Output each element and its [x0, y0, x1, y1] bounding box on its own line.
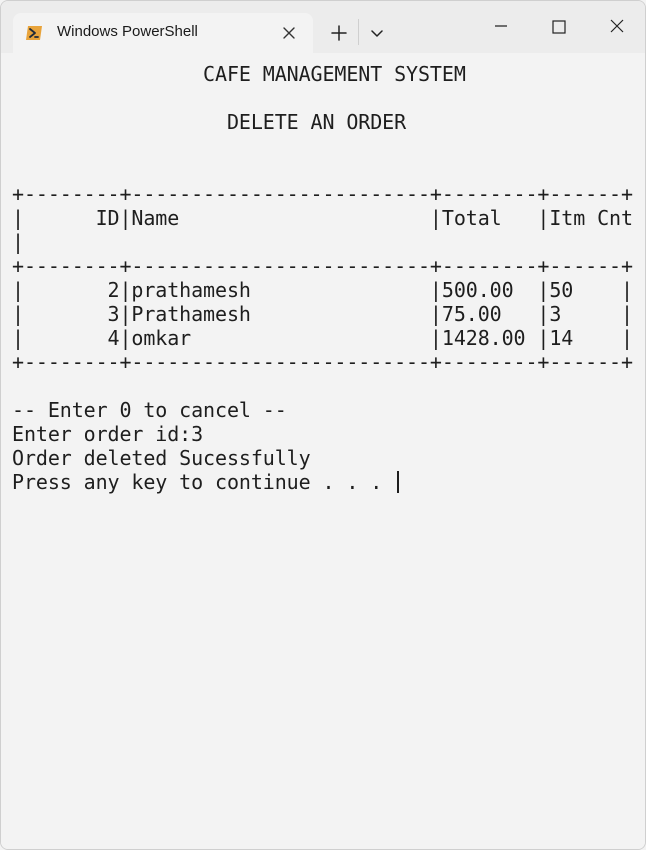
terminal-line: Order deleted Sucessfully [12, 446, 311, 470]
chevron-down-icon[interactable] [365, 21, 389, 45]
terminal-line: | 2|prathamesh |500.00 |50 | [12, 278, 633, 302]
terminal-line: | 4|omkar |1428.00 |14 | [12, 326, 633, 350]
terminal-line: +--------+-------------------------+----… [12, 350, 633, 374]
tab-title: Windows PowerShell [57, 23, 198, 40]
tab-separator [358, 19, 359, 45]
close-icon[interactable] [603, 13, 631, 41]
close-tab-icon[interactable] [281, 25, 297, 41]
terminal-line: DELETE AN ORDER [12, 110, 407, 134]
terminal-line: Enter order id:3 [12, 422, 204, 446]
maximize-icon[interactable] [545, 13, 573, 41]
powershell-window: Windows PowerShell CAFE MANAGEMENT SYSTE… [0, 0, 646, 850]
terminal-line: +--------+-------------------------+----… [12, 182, 633, 206]
minimize-icon[interactable] [487, 13, 515, 41]
terminal-line: | [12, 230, 24, 254]
tab-windows-powershell[interactable]: Windows PowerShell [13, 13, 313, 53]
title-bar[interactable]: Windows PowerShell [1, 1, 645, 53]
powershell-icon [26, 26, 42, 40]
terminal-line: CAFE MANAGEMENT SYSTEM [12, 62, 466, 86]
terminal-output[interactable]: CAFE MANAGEMENT SYSTEM DELETE AN ORDER +… [1, 53, 645, 849]
terminal-line: Press any key to continue . . . [12, 470, 395, 494]
text-cursor [397, 471, 399, 493]
terminal-line: | ID|Name |Total |Itm Cnt [12, 206, 633, 230]
terminal-line: +--------+-------------------------+----… [12, 254, 633, 278]
terminal-line: -- Enter 0 to cancel -- [12, 398, 287, 422]
plus-icon[interactable] [327, 21, 351, 45]
terminal-line: | 3|Prathamesh |75.00 |3 | [12, 302, 633, 326]
